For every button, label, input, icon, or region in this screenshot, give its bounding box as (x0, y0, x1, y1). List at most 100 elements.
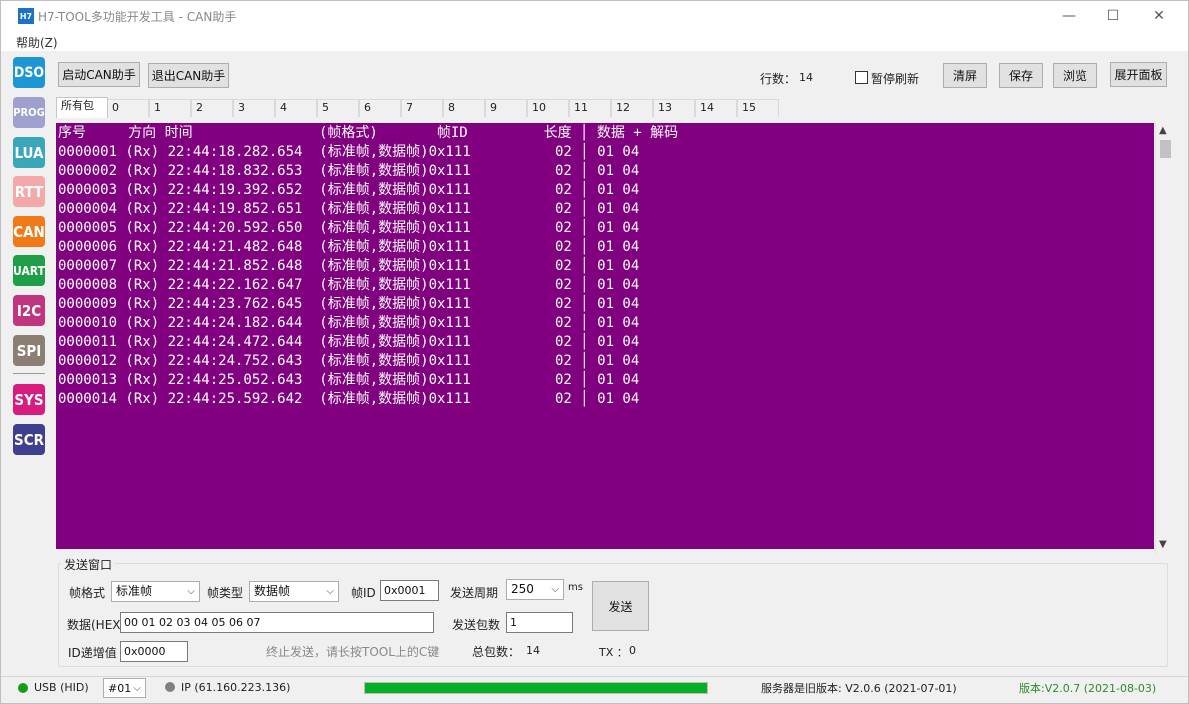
menu-bar: 帮助(Z) (1, 31, 1188, 51)
log-row: 0000006 (Rx) 22:44:21.482.648 (标准帧,数据帧)0… (58, 239, 640, 255)
send-button[interactable]: 发送 (592, 581, 649, 631)
frame-id-input[interactable]: 0x0001 (380, 580, 439, 601)
terminal-header: 序号 方向 时间 (帧格式) 帧ID 长度 │ 数据 + 解码 (58, 125, 679, 141)
id-increment-label: ID递增值 (68, 646, 117, 660)
id-increment-input[interactable]: 0x0000 (120, 641, 188, 662)
tab-all-packets[interactable]: 所有包 (56, 97, 108, 118)
tab-channel-2[interactable]: 2 (191, 99, 233, 117)
pause-refresh-label: 暂停刷新 (871, 72, 920, 86)
tab-channel-6[interactable]: 6 (359, 99, 401, 117)
ip-status-dot (165, 682, 175, 692)
row-count-label: 行数： (760, 72, 797, 86)
terminal-scrollbar[interactable]: ▲ ▼ (1155, 123, 1173, 554)
log-row: 0000008 (Rx) 22:44:22.162.647 (标准帧,数据帧)0… (58, 277, 640, 293)
usb-status-dot (18, 683, 28, 693)
data-hex-label: 数据(HEX) (67, 618, 126, 632)
sidebar-uart-button[interactable]: UART (13, 255, 45, 286)
scroll-down-icon[interactable]: ▼ (1159, 539, 1167, 550)
usb-status-label: USB (HID) (34, 681, 89, 694)
exit-can-button[interactable]: 退出CAN助手 (148, 63, 229, 88)
tab-channel-7[interactable]: 7 (401, 99, 443, 117)
tab-channel-12[interactable]: 12 (611, 99, 653, 117)
sidebar-lua-button[interactable]: LUA (13, 137, 45, 168)
tab-channel-13[interactable]: 13 (653, 99, 695, 117)
log-row: 0000001 (Rx) 22:44:18.282.654 (标准帧,数据帧)0… (58, 144, 640, 160)
frame-format-select[interactable]: 标准帧 ⌵ (111, 581, 200, 602)
can-log-terminal[interactable]: 序号 方向 时间 (帧格式) 帧ID 长度 │ 数据 + 解码 0000001 … (56, 123, 1154, 549)
sidebar-rtt-button[interactable]: RTT (13, 176, 45, 207)
save-button[interactable]: 保存 (999, 63, 1043, 88)
log-row: 0000005 (Rx) 22:44:20.592.650 (标准帧,数据帧)0… (58, 220, 640, 236)
content-area: DSO PROG LUA RTT CAN UART I2C SPI SYS SC… (1, 51, 1188, 676)
chevron-down-icon: ⌵ (133, 683, 141, 694)
frame-type-select[interactable]: 数据帧 ⌵ (249, 581, 339, 602)
tab-channel-0[interactable]: 0 (107, 99, 149, 117)
frame-type-label: 帧类型 (207, 586, 244, 600)
tab-channel-14[interactable]: 14 (695, 99, 737, 117)
device-select[interactable]: #01 ⌵ (103, 678, 146, 698)
log-row: 0000010 (Rx) 22:44:24.182.644 (标准帧,数据帧)0… (58, 315, 640, 331)
clear-screen-button[interactable]: 清屏 (943, 63, 987, 88)
tab-channel-9[interactable]: 9 (485, 99, 527, 117)
sidebar-dso-button[interactable]: DSO (13, 57, 45, 88)
tab-channel-8[interactable]: 8 (443, 99, 485, 117)
status-bar: USB (HID) #01 ⌵ IP (61.160.223.136) 服务器是… (1, 676, 1188, 703)
tab-channel-3[interactable]: 3 (233, 99, 275, 117)
minimize-button[interactable]: — (1046, 1, 1092, 31)
sidebar-scr-button[interactable]: SCR (13, 424, 45, 455)
total-packets-value: 14 (526, 644, 540, 657)
browse-button[interactable]: 浏览 (1053, 63, 1097, 88)
frame-format-value: 标准帧 (116, 584, 153, 598)
tab-channel-1[interactable]: 1 (149, 99, 191, 117)
tx-count-value: 0 (629, 644, 636, 657)
send-period-label: 发送周期 (450, 586, 499, 600)
send-count-label: 发送包数 (452, 618, 501, 632)
tab-channel-5[interactable]: 5 (317, 99, 359, 117)
log-row: 0000002 (Rx) 22:44:18.832.653 (标准帧,数据帧)0… (58, 163, 640, 179)
send-count-input[interactable]: 1 (506, 612, 573, 633)
pause-refresh-checkbox[interactable] (855, 71, 868, 84)
tab-channel-4[interactable]: 4 (275, 99, 317, 117)
title-bar: H7 H7-TOOL多功能开发工具 - CAN助手 (1, 1, 1188, 31)
log-row: 0000012 (Rx) 22:44:24.752.643 (标准帧,数据帧)0… (58, 353, 640, 369)
sidebar-can-button[interactable]: CAN (13, 216, 45, 247)
sidebar-sys-button[interactable]: SYS (13, 384, 45, 415)
scroll-up-icon[interactable]: ▲ (1159, 125, 1167, 136)
maximize-button[interactable]: ☐ (1090, 1, 1136, 31)
log-row: 0000003 (Rx) 22:44:19.392.652 (标准帧,数据帧)0… (58, 182, 640, 198)
row-count-value: 14 (799, 71, 813, 84)
sidebar-prog-button[interactable]: PROG (13, 97, 45, 128)
menu-help[interactable]: 帮助(Z) (16, 34, 58, 51)
log-row: 0000011 (Rx) 22:44:24.472.644 (标准帧,数据帧)0… (58, 334, 640, 350)
tab-channel-15[interactable]: 15 (737, 99, 779, 117)
sidebar-i2c-button[interactable]: I2C (13, 295, 45, 326)
log-row: 0000007 (Rx) 22:44:21.852.648 (标准帧,数据帧)0… (58, 258, 640, 274)
scrollbar-thumb[interactable] (1160, 140, 1171, 158)
total-packets-label: 总包数： (472, 645, 521, 659)
window-title: H7-TOOL多功能开发工具 - CAN助手 (38, 9, 237, 24)
ip-status-label: IP (61.160.223.136) (181, 681, 291, 694)
frame-type-value: 数据帧 (254, 584, 291, 598)
log-row: 0000013 (Rx) 22:44:25.052.643 (标准帧,数据帧)0… (58, 372, 640, 388)
data-hex-input[interactable]: 00 01 02 03 04 05 06 07 (120, 612, 434, 633)
tab-channel-11[interactable]: 11 (569, 99, 611, 117)
local-version-label: 版本:V2.0.7 (2021-08-03) (1019, 682, 1157, 695)
progress-bar (364, 682, 708, 694)
chevron-down-icon: ⌵ (326, 586, 334, 597)
chevron-down-icon: ⌵ (187, 586, 195, 597)
sidebar-divider (13, 373, 45, 374)
close-button[interactable]: ✕ (1136, 1, 1182, 31)
tab-channel-10[interactable]: 10 (527, 99, 569, 117)
app-logo-icon: H7 (18, 8, 34, 24)
sidebar-spi-button[interactable]: SPI (13, 335, 45, 366)
device-value: #01 (108, 682, 132, 695)
log-row: 0000009 (Rx) 22:44:23.762.645 (标准帧,数据帧)0… (58, 296, 640, 312)
tx-count-label: TX ： (599, 646, 628, 659)
expand-panel-button[interactable]: 展开面板 (1110, 62, 1167, 87)
main-window: H7 H7-TOOL多功能开发工具 - CAN助手 — ☐ ✕ 帮助(Z) DS… (0, 0, 1189, 704)
start-can-button[interactable]: 启动CAN助手 (58, 62, 140, 87)
send-period-select[interactable]: 250 ⌵ (506, 579, 564, 600)
send-period-unit: ms (568, 582, 583, 593)
frame-format-label: 帧格式 (69, 586, 106, 600)
server-version-label: 服务器是旧版本: V2.0.6 (2021-07-01) (761, 682, 957, 695)
